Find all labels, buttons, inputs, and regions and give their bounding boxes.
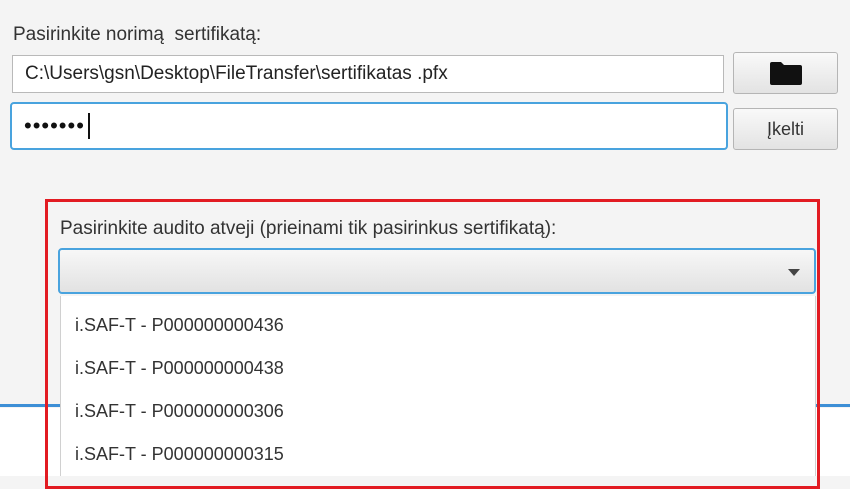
audit-case-combobox[interactable] — [58, 248, 816, 294]
upload-button[interactable]: Įkelti — [733, 108, 838, 150]
browse-folder-button[interactable] — [733, 52, 838, 94]
audit-case-dropdown-list: i.SAF-T - P000000000436 i.SAF-T - P00000… — [60, 296, 816, 476]
dropdown-option[interactable]: i.SAF-T - P000000000438 — [61, 347, 815, 390]
folder-icon — [769, 62, 802, 85]
dropdown-option[interactable]: i.SAF-T - P000000000315 — [61, 433, 815, 476]
dropdown-option[interactable]: i.SAF-T - P000000000306 — [61, 390, 815, 433]
certificate-path-field[interactable]: C:\Users\gsn\Desktop\FileTransfer\sertif… — [12, 55, 724, 93]
chevron-down-icon[interactable] — [788, 269, 800, 276]
certificate-dialog: Pasirinkite norimą sertifikatą: C:\Users… — [0, 0, 850, 489]
dropdown-option[interactable]: i.SAF-T - P000000000436 — [61, 304, 815, 347]
password-field[interactable]: ••••••• — [10, 102, 728, 150]
audit-label: Pasirinkite audito atveji (prieinami tik… — [60, 218, 557, 239]
password-mask: ••••••• — [24, 113, 85, 138]
certificate-label: Pasirinkite norimą sertifikatą: — [13, 24, 262, 45]
text-caret — [87, 113, 90, 139]
